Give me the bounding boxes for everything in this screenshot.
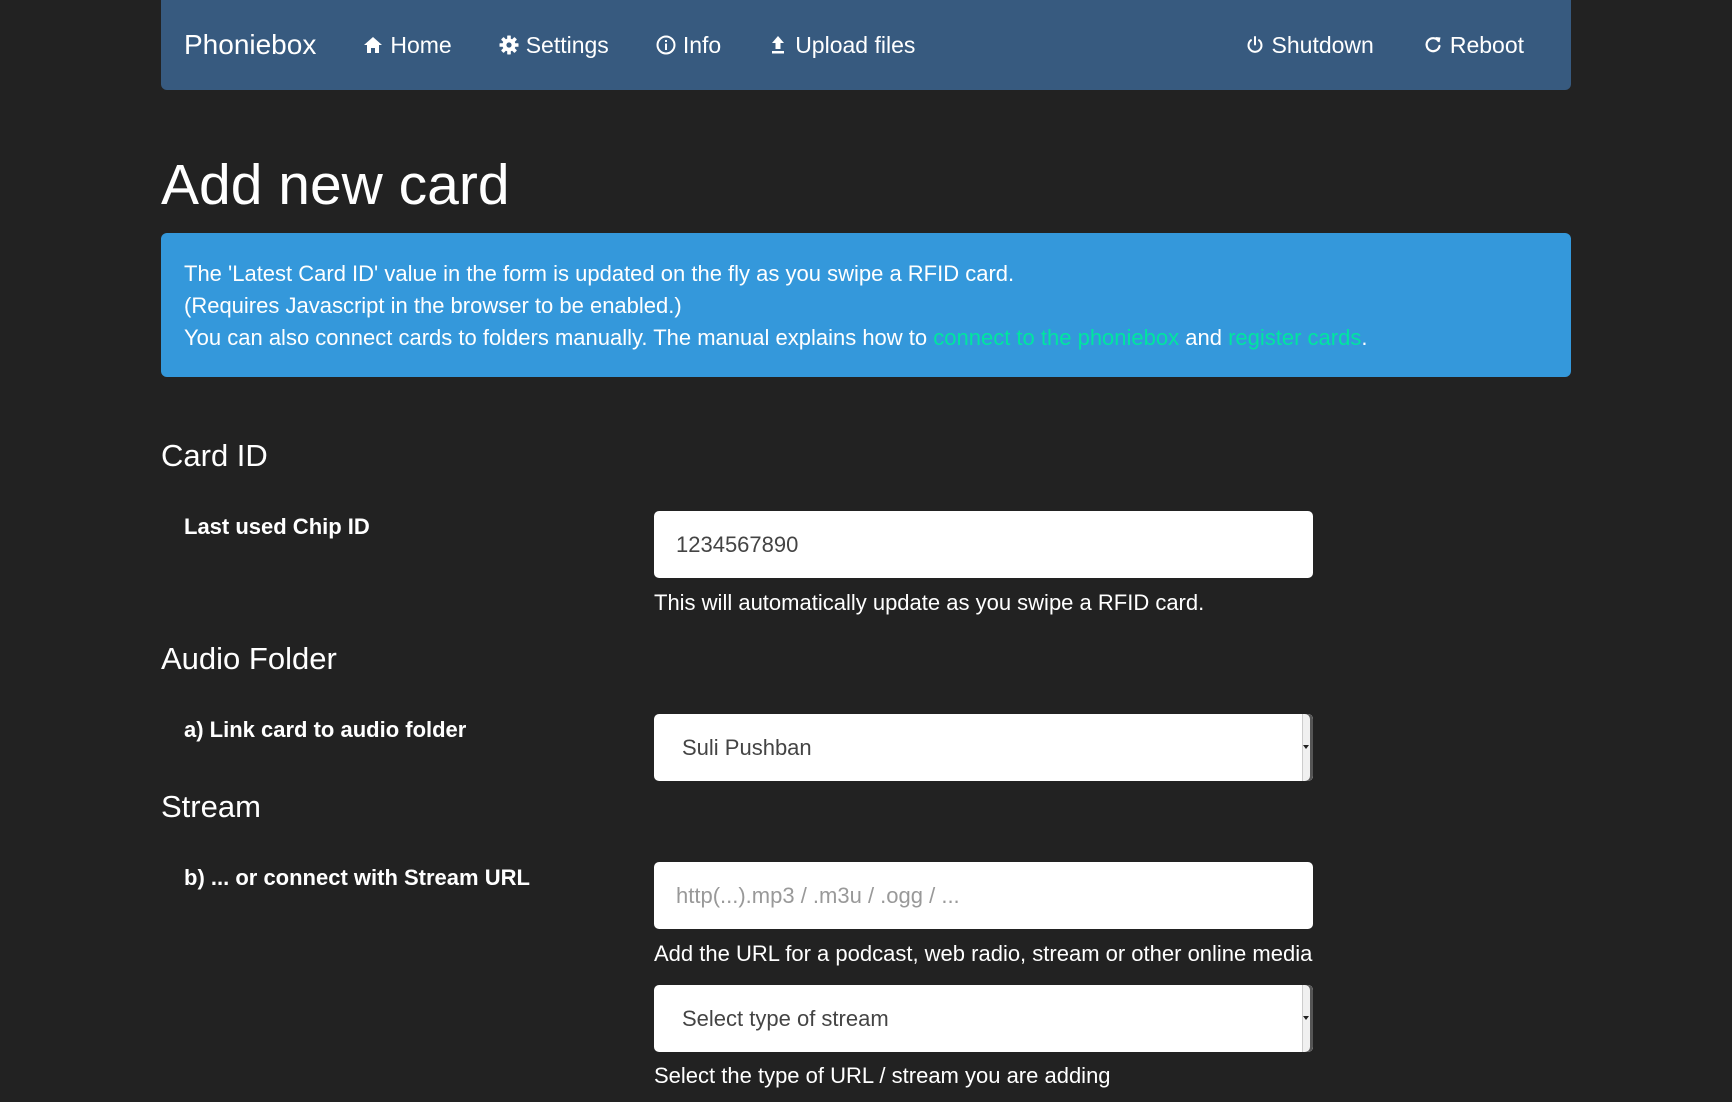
info-icon bbox=[655, 34, 677, 56]
gear-icon bbox=[498, 34, 520, 56]
home-icon bbox=[362, 34, 384, 56]
stream-url-label: b) ... or connect with Stream URL bbox=[184, 865, 530, 890]
alert-suffix: . bbox=[1361, 325, 1368, 350]
stream-url-input[interactable] bbox=[654, 862, 1313, 929]
chip-id-input[interactable] bbox=[654, 511, 1313, 578]
audio-folder-select[interactable]: Suli Pushban bbox=[654, 714, 1313, 781]
nav-info[interactable]: Info bbox=[655, 32, 721, 59]
alert-line-3: You can also connect cards to folders ma… bbox=[184, 322, 1548, 354]
refresh-icon bbox=[1422, 34, 1444, 56]
section-stream: Stream bbox=[161, 789, 261, 824]
nav-right-group: Shutdown Reboot bbox=[1220, 32, 1548, 59]
stream-type-select[interactable]: Select type of stream bbox=[654, 985, 1313, 1052]
chip-id-label: Last used Chip ID bbox=[184, 514, 370, 539]
page-title: Add new card bbox=[161, 153, 510, 217]
chevron-down-icon bbox=[1302, 985, 1313, 1052]
nav-upload-label: Upload files bbox=[795, 31, 916, 58]
nav-home-label: Home bbox=[390, 31, 452, 58]
nav-reboot[interactable]: Reboot bbox=[1422, 32, 1524, 59]
chevron-down-icon bbox=[1302, 714, 1313, 781]
section-audio-folder: Audio Folder bbox=[161, 641, 337, 676]
nav-settings[interactable]: Settings bbox=[498, 32, 609, 59]
alert-and-text: and bbox=[1179, 325, 1229, 350]
page-container: Phoniebox Home Settings Info Upload file… bbox=[161, 0, 1571, 1088]
stream-type-help: Select the type of URL / stream you are … bbox=[654, 1063, 1111, 1088]
brand-link[interactable]: Phoniebox bbox=[184, 29, 316, 61]
chip-id-help: This will automatically update as you sw… bbox=[654, 590, 1205, 615]
nav-shutdown[interactable]: Shutdown bbox=[1244, 32, 1374, 59]
alert-line-3-text: You can also connect cards to folders ma… bbox=[184, 325, 934, 350]
nav-shutdown-label: Shutdown bbox=[1271, 31, 1374, 58]
register-cards-link[interactable]: register cards bbox=[1228, 325, 1361, 350]
power-icon bbox=[1244, 34, 1266, 56]
audio-folder-label: a) Link card to audio folder bbox=[184, 717, 467, 742]
alert-line-1: The 'Latest Card ID' value in the form i… bbox=[184, 261, 1015, 286]
audio-folder-selected: Suli Pushban bbox=[682, 734, 812, 760]
alert-line-2: (Requires Javascript in the browser to b… bbox=[184, 293, 682, 318]
connect-manual-link[interactable]: connect to the phoniebox bbox=[933, 325, 1179, 350]
nav-reboot-label: Reboot bbox=[1449, 31, 1524, 58]
nav-home[interactable]: Home bbox=[362, 31, 452, 59]
nav-upload-files[interactable]: Upload files bbox=[767, 32, 915, 59]
section-card-id: Card ID bbox=[161, 438, 268, 473]
nav-info-label: Info bbox=[682, 31, 722, 58]
navbar: Phoniebox Home Settings Info Upload file… bbox=[161, 0, 1571, 90]
upload-icon bbox=[767, 34, 789, 56]
stream-url-help: Add the URL for a podcast, web radio, st… bbox=[654, 941, 1313, 966]
stream-type-selected: Select type of stream bbox=[682, 1005, 889, 1031]
info-alert: The 'Latest Card ID' value in the form i… bbox=[161, 233, 1571, 377]
nav-settings-label: Settings bbox=[525, 31, 609, 58]
